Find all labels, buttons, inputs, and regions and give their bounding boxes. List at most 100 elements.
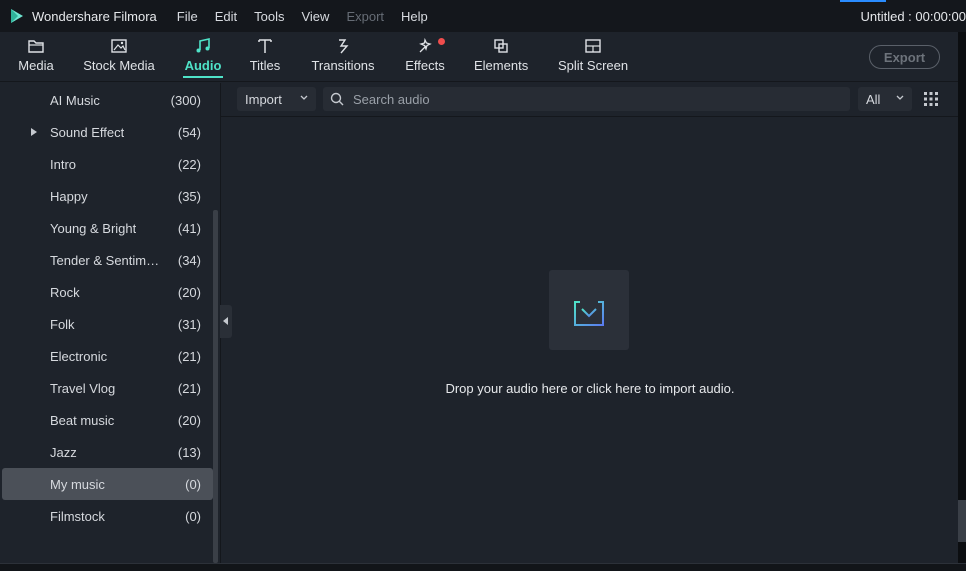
category-label: Intro: [50, 157, 77, 172]
menu-help[interactable]: Help: [401, 9, 428, 24]
tab-label: Split Screen: [558, 58, 629, 73]
tab-titles[interactable]: Titles: [246, 32, 284, 82]
tab-label: Elements: [474, 58, 529, 73]
menu-edit[interactable]: Edit: [215, 9, 237, 24]
grid-view-icon[interactable]: [924, 92, 938, 106]
transition-icon: [339, 39, 349, 54]
tab-elements[interactable]: Elements: [474, 32, 528, 82]
category-count: (54): [177, 125, 201, 140]
import-dropdown[interactable]: Import: [237, 87, 316, 111]
category-label: Filmstock: [50, 509, 105, 524]
category-count: (0): [185, 477, 201, 492]
import-drop-zone[interactable]: [549, 270, 629, 350]
category-count: (13): [177, 445, 201, 460]
filmora-logo-icon: [11, 9, 23, 23]
search-icon: [330, 92, 344, 106]
category-label: Jazz: [50, 445, 77, 460]
expand-arrow-icon[interactable]: [31, 128, 37, 136]
sidebar-item-travel-vlog[interactable]: Travel Vlog (21): [2, 372, 213, 404]
sidebar-item-sound-effect[interactable]: Sound Effect (54): [2, 116, 213, 148]
tab-transitions[interactable]: Transitions: [310, 32, 376, 82]
chevron-down-icon: [300, 95, 308, 100]
tab-label: Effects: [405, 58, 445, 73]
sidebar-item-happy[interactable]: Happy (35): [2, 180, 213, 212]
search-input[interactable]: [353, 87, 833, 111]
tab-label: Transitions: [311, 58, 375, 73]
tab-media[interactable]: Media: [8, 32, 64, 82]
tab-split-screen[interactable]: Split Screen: [558, 32, 628, 82]
category-count: (20): [177, 413, 201, 428]
export-button[interactable]: Export: [869, 45, 940, 69]
menu-view[interactable]: View: [301, 9, 329, 24]
sidebar-item-young-bright[interactable]: Young & Bright (41): [2, 212, 213, 244]
text-t-icon: [258, 39, 272, 53]
tab-effects[interactable]: Effects: [402, 32, 448, 82]
category-count: (31): [177, 317, 201, 332]
category-count: (22): [177, 157, 201, 172]
right-scrollbar[interactable]: [958, 500, 966, 542]
content-divider: [221, 116, 959, 117]
sidebar-item-intro[interactable]: Intro (22): [2, 148, 213, 180]
category-count: (0): [185, 509, 201, 524]
sidebar-item-my-music[interactable]: My music (0): [2, 468, 213, 500]
audio-library-panel: Import All: [220, 83, 959, 563]
category-label: Folk: [50, 317, 75, 332]
right-panel-edge: [958, 32, 966, 563]
sidebar-item-electronic[interactable]: Electronic (21): [2, 340, 213, 372]
music-note-icon: [196, 38, 210, 53]
effects-notification-badge: [438, 38, 445, 45]
title-bar: Wondershare Filmora File Edit Tools View Exp…: [0, 0, 966, 32]
bottom-panel-edge: [0, 563, 966, 571]
sidebar-item-beat-music[interactable]: Beat music (20): [2, 404, 213, 436]
sidebar-item-tender-sentimental[interactable]: Tender & Sentimental (34): [2, 244, 213, 276]
active-tab-indicator: [183, 76, 223, 78]
category-label: Happy: [50, 189, 88, 204]
filmora-window: Wondershare Filmora File Edit Tools View Exp…: [0, 0, 966, 571]
tab-label: Media: [18, 58, 54, 73]
app-name: Wondershare Filmora: [32, 8, 157, 24]
tab-audio[interactable]: Audio: [183, 32, 223, 82]
audio-category-sidebar: AI Music (300) Sound Effect (54) Intro (22) Ha…: [0, 83, 218, 563]
split-screen-icon: [585, 39, 601, 53]
download-import-icon: [574, 293, 604, 326]
category-count: (41): [177, 221, 201, 236]
filter-dropdown[interactable]: All: [858, 87, 912, 111]
drop-instruction-text: Drop your audio here or click here to im…: [445, 381, 735, 396]
import-dropdown-label: Import: [245, 92, 282, 107]
filter-dropdown-label: All: [866, 92, 881, 107]
category-count: (20): [177, 285, 201, 300]
chevron-down-icon: [896, 95, 904, 100]
sidebar-item-ai-music[interactable]: AI Music (300): [2, 84, 213, 116]
menu-tools[interactable]: Tools: [254, 9, 284, 24]
tab-label: Audio: [184, 58, 222, 73]
search-box: [323, 87, 850, 111]
tab-stock-media[interactable]: Stock Media: [80, 32, 158, 82]
category-label: AI Music: [50, 93, 100, 108]
project-title: Untitled : 00:00:00: [860, 9, 966, 24]
sidebar-item-jazz[interactable]: Jazz (13): [2, 436, 213, 468]
category-label: Sound Effect: [50, 125, 125, 140]
category-label: Rock: [50, 285, 80, 300]
sidebar-item-rock[interactable]: Rock (20): [2, 276, 213, 308]
category-label: Young & Bright: [50, 221, 137, 236]
category-count: (21): [177, 349, 201, 364]
tab-label: Stock Media: [83, 58, 155, 73]
folder-icon: [28, 40, 44, 53]
category-label: Tender & Sentimental: [50, 253, 165, 268]
category-count: (35): [177, 189, 201, 204]
category-count: (34): [177, 253, 201, 268]
sidebar-item-folk[interactable]: Folk (31): [2, 308, 213, 340]
effects-sparkle-icon: [419, 37, 432, 53]
menu-bar: File Edit Tools View Export Help: [177, 9, 445, 24]
category-label: Beat music: [50, 413, 115, 428]
sidebar-item-filmstock[interactable]: Filmstock (0): [2, 500, 213, 532]
stock-image-icon: [111, 39, 127, 53]
collapse-left-icon: [223, 317, 228, 325]
sidebar-scrollbar[interactable]: [213, 210, 218, 563]
category-label: Travel Vlog: [50, 381, 116, 396]
tab-label: Titles: [249, 58, 281, 73]
menu-file[interactable]: File: [177, 9, 198, 24]
elements-icon: [494, 39, 508, 53]
title-accent-line: [840, 0, 886, 2]
collapse-sidebar-handle[interactable]: [220, 305, 232, 338]
